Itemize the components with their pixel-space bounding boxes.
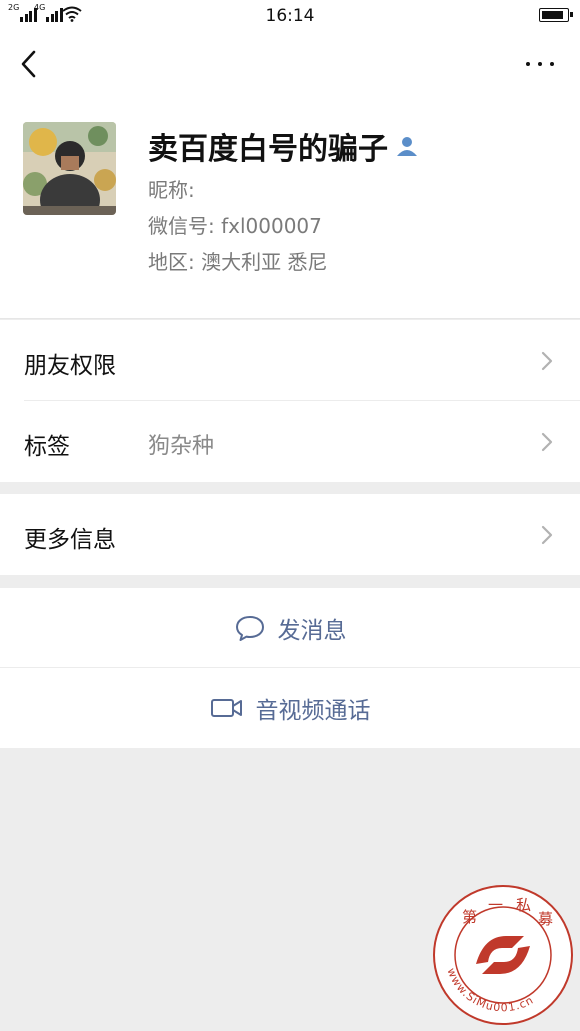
chevron-right-icon [541,432,553,452]
person-badge-icon [397,137,417,156]
video-call-button[interactable]: 音视频通话 [0,668,580,748]
tags-row[interactable]: 标签 狗杂种 [0,401,580,482]
profile-header: 卖百度白号的骗子 昵称: 微信号: fxl000007 地区: 澳大利亚 悉尼 [0,100,580,319]
video-call-label: 音视频通话 [255,698,371,724]
region-line: 地区: 澳大利亚 悉尼 [148,250,328,274]
status-time: 16:14 [265,6,315,26]
watermark-char: 募 [538,910,553,928]
dot-icon [538,62,542,66]
watermark-char: 一 [488,896,503,914]
send-message-label: 发消息 [277,617,347,644]
tags-value: 狗杂种 [148,434,215,459]
video-camera-icon [210,699,242,717]
watermark-char: 第 [462,908,477,926]
more-info-label: 更多信息 [24,527,116,553]
tags-label: 标签 [24,434,70,460]
avatar-image [23,122,116,215]
wechat-id-line: 微信号: fxl000007 [148,214,322,238]
friend-permissions-row[interactable]: 朋友权限 [0,320,580,401]
dot-icon [526,62,530,66]
chat-bubble-icon [235,615,264,641]
send-message-button[interactable]: 发消息 [0,588,580,667]
friend-permissions-label: 朋友权限 [24,353,116,379]
nav-bar [0,32,580,100]
back-arrow-icon[interactable] [12,46,48,82]
more-options-button[interactable] [520,50,560,78]
contact-profile-screen: 2G 4G 16:14 卖百度白号的骗子 昵称: 微信号: fxl000007 … [0,0,580,1031]
watermark-char: 私 [516,896,531,914]
avatar[interactable] [23,122,116,215]
contact-name: 卖百度白号的骗子 [148,124,418,168]
simu001-watermark-logo: 第 一 私 募 www.SiMu001.cn [432,884,574,1026]
nickname-line: 昵称: [148,178,195,202]
more-info-row[interactable]: 更多信息 [0,494,580,575]
dot-icon [550,62,554,66]
chevron-right-icon [541,351,553,371]
chevron-right-icon [541,525,553,545]
contact-name-text: 卖百度白号的骗子 [148,132,388,167]
status-bar: 2G 4G 16:14 [0,0,580,32]
battery-icon [539,8,573,22]
